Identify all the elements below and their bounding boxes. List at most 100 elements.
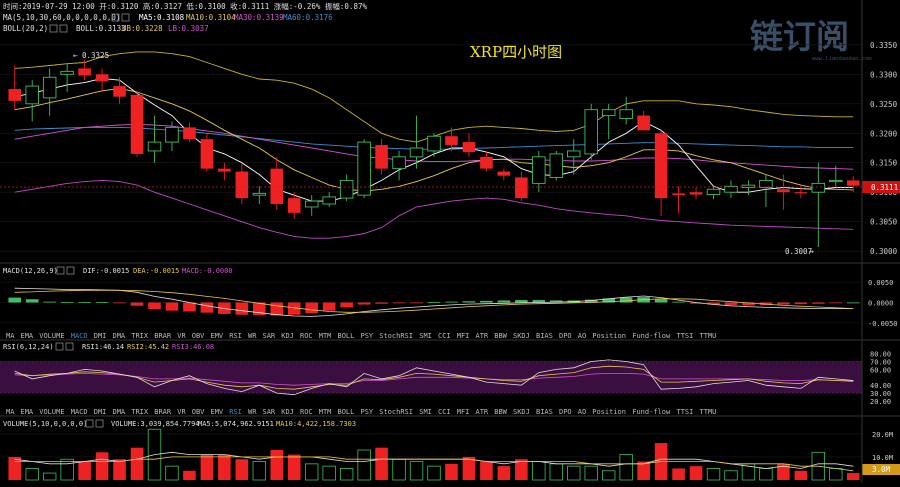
tab2-vr[interactable]: VR	[177, 408, 186, 416]
tab2-position[interactable]: Position	[592, 408, 626, 416]
candle-body-down	[218, 168, 231, 172]
tab2-ma[interactable]: MA	[6, 408, 15, 416]
macd-bar	[25, 299, 39, 303]
tab2-stochrsi[interactable]: StochRSI	[379, 408, 413, 416]
volume-bar-down	[689, 466, 703, 480]
candle-body-up	[584, 109, 598, 155]
tab1-dpo[interactable]: DPO	[559, 332, 572, 340]
tab1-rsi[interactable]: RSI	[229, 332, 242, 340]
tab1-dmi[interactable]: DMI	[94, 332, 107, 340]
tab1-mfi[interactable]: MFI	[457, 332, 470, 340]
candle-body-down	[78, 68, 91, 76]
candle-body-down	[794, 192, 808, 194]
tab1-cci[interactable]: CCI	[438, 332, 451, 340]
tab1-ema[interactable]: EMA	[21, 332, 34, 340]
low-marker: 0.3007 →	[785, 247, 814, 256]
tab2-mfi[interactable]: MFI	[457, 408, 470, 416]
tab2-bias[interactable]: BIAS	[536, 408, 553, 416]
macd-macd-value: MACD:-0.0000	[182, 267, 233, 275]
tab2-atr[interactable]: ATR	[476, 408, 489, 416]
candle-body-down	[846, 180, 860, 186]
tab1-bbw[interactable]: BBW	[494, 332, 507, 340]
candle-body-up	[549, 153, 564, 178]
tab2-ema[interactable]: EMA	[21, 408, 34, 416]
tab1-ma[interactable]: MA	[6, 332, 15, 340]
tab2-volume[interactable]: VOLUME	[39, 408, 64, 416]
tab1-brar[interactable]: BRAR	[154, 332, 172, 340]
tab2-psy[interactable]: PSY	[361, 408, 374, 416]
tab2-ttmu[interactable]: TTMU	[700, 408, 717, 416]
macd-bar	[794, 302, 808, 305]
tab2-fund-flow[interactable]: Fund-flow	[632, 408, 671, 416]
ma5-value: MA5:0.3108	[139, 13, 185, 22]
tab2-sar[interactable]: SAR	[263, 408, 276, 416]
macd-bar	[340, 302, 353, 308]
tab1-ttsi[interactable]: TTSI	[677, 332, 694, 340]
boll-lb-value: LB:0.3037	[168, 24, 209, 33]
tab1-dma[interactable]: DMA	[113, 332, 126, 340]
tab1-volume[interactable]: VOLUME	[39, 332, 64, 340]
tab2-emv[interactable]: EMV	[211, 408, 224, 416]
candle-body-up	[759, 179, 773, 188]
tab1-emv[interactable]: EMV	[211, 332, 224, 340]
ma-legend: MA(5,10,30,60,0,0,0,0,0,0) MA5:0.3108 MA…	[3, 13, 333, 22]
high-marker-label: 0.3325	[82, 51, 109, 60]
tab2-rsi[interactable]: RSI	[229, 408, 242, 416]
tab1-vr[interactable]: VR	[177, 332, 186, 340]
tab2-mtm[interactable]: MTM	[319, 408, 332, 416]
tab2-dpo[interactable]: DPO	[559, 408, 572, 416]
tab2-brar[interactable]: BRAR	[154, 408, 172, 416]
tab2-skdj[interactable]: SKDJ	[513, 408, 530, 416]
tab2-ttsi[interactable]: TTSI	[677, 408, 694, 416]
tab1-sar[interactable]: SAR	[263, 332, 276, 340]
tab2-macd[interactable]: MACD	[71, 408, 88, 416]
tab1-roc[interactable]: ROC	[300, 332, 313, 340]
tab1-psy[interactable]: PSY	[361, 332, 374, 340]
tab2-trix[interactable]: TRIX	[131, 408, 149, 416]
tab2-obv[interactable]: OBV	[192, 408, 205, 416]
tab2-bbw[interactable]: BBW	[494, 408, 507, 416]
tab2-roc[interactable]: ROC	[300, 408, 313, 416]
main-y-tick: 0.3000	[870, 247, 898, 256]
candle-body-down	[95, 74, 109, 82]
tab1-mtm[interactable]: MTM	[319, 332, 332, 340]
volume-bar-up	[706, 468, 721, 481]
candle-body-down	[113, 86, 126, 97]
tab1-obv[interactable]: OBV	[192, 332, 205, 340]
tab1-skdj[interactable]: SKDJ	[513, 332, 530, 340]
tab1-trix[interactable]: TRIX	[131, 332, 149, 340]
tab2-smi[interactable]: SMI	[419, 408, 432, 416]
tab1-ttmu[interactable]: TTMU	[700, 332, 717, 340]
macd-bar	[515, 300, 528, 303]
candle-body-down	[445, 136, 458, 146]
tab1-stochrsi[interactable]: StochRSI	[379, 332, 413, 340]
tab1-boll[interactable]: BOLL	[338, 332, 355, 340]
tab1-kdj[interactable]: KDJ	[281, 332, 294, 340]
macd-bar	[8, 297, 22, 303]
tab2-dma[interactable]: DMA	[113, 408, 126, 416]
candle-body-up	[619, 109, 633, 119]
candle-body-up	[165, 126, 179, 143]
tab1-position[interactable]: Position	[592, 332, 626, 340]
tab2-ao[interactable]: AO	[578, 408, 586, 416]
tab1-macd[interactable]: MACD	[71, 332, 88, 340]
tab2-boll[interactable]: BOLL	[338, 408, 355, 416]
macd-y-tick: -0.0050	[868, 320, 898, 328]
tab1-bias[interactable]: BIAS	[536, 332, 553, 340]
tab2-wr[interactable]: WR	[248, 408, 257, 416]
watermark-logo: 链订阅	[750, 17, 849, 56]
tab1-wr[interactable]: WR	[248, 332, 257, 340]
tab1-fund-flow[interactable]: Fund-flow	[632, 332, 671, 340]
tab1-ao[interactable]: AO	[578, 332, 586, 340]
volume-bar-down	[794, 470, 808, 480]
volume-bar-up	[409, 461, 424, 481]
tab1-smi[interactable]: SMI	[419, 332, 432, 340]
tab2-kdj[interactable]: KDJ	[281, 408, 294, 416]
kline-chart: 时间:2019-07-29 12:00 开:0.3120 高:0.3127 低:…	[0, 0, 900, 483]
tab2-cci[interactable]: CCI	[438, 408, 451, 416]
macd-bar	[357, 302, 371, 305]
tab2-dmi[interactable]: DMI	[94, 408, 107, 416]
volume-bar-down	[8, 456, 22, 480]
tab1-atr[interactable]: ATR	[476, 332, 489, 340]
volume-bar-up	[759, 468, 773, 481]
